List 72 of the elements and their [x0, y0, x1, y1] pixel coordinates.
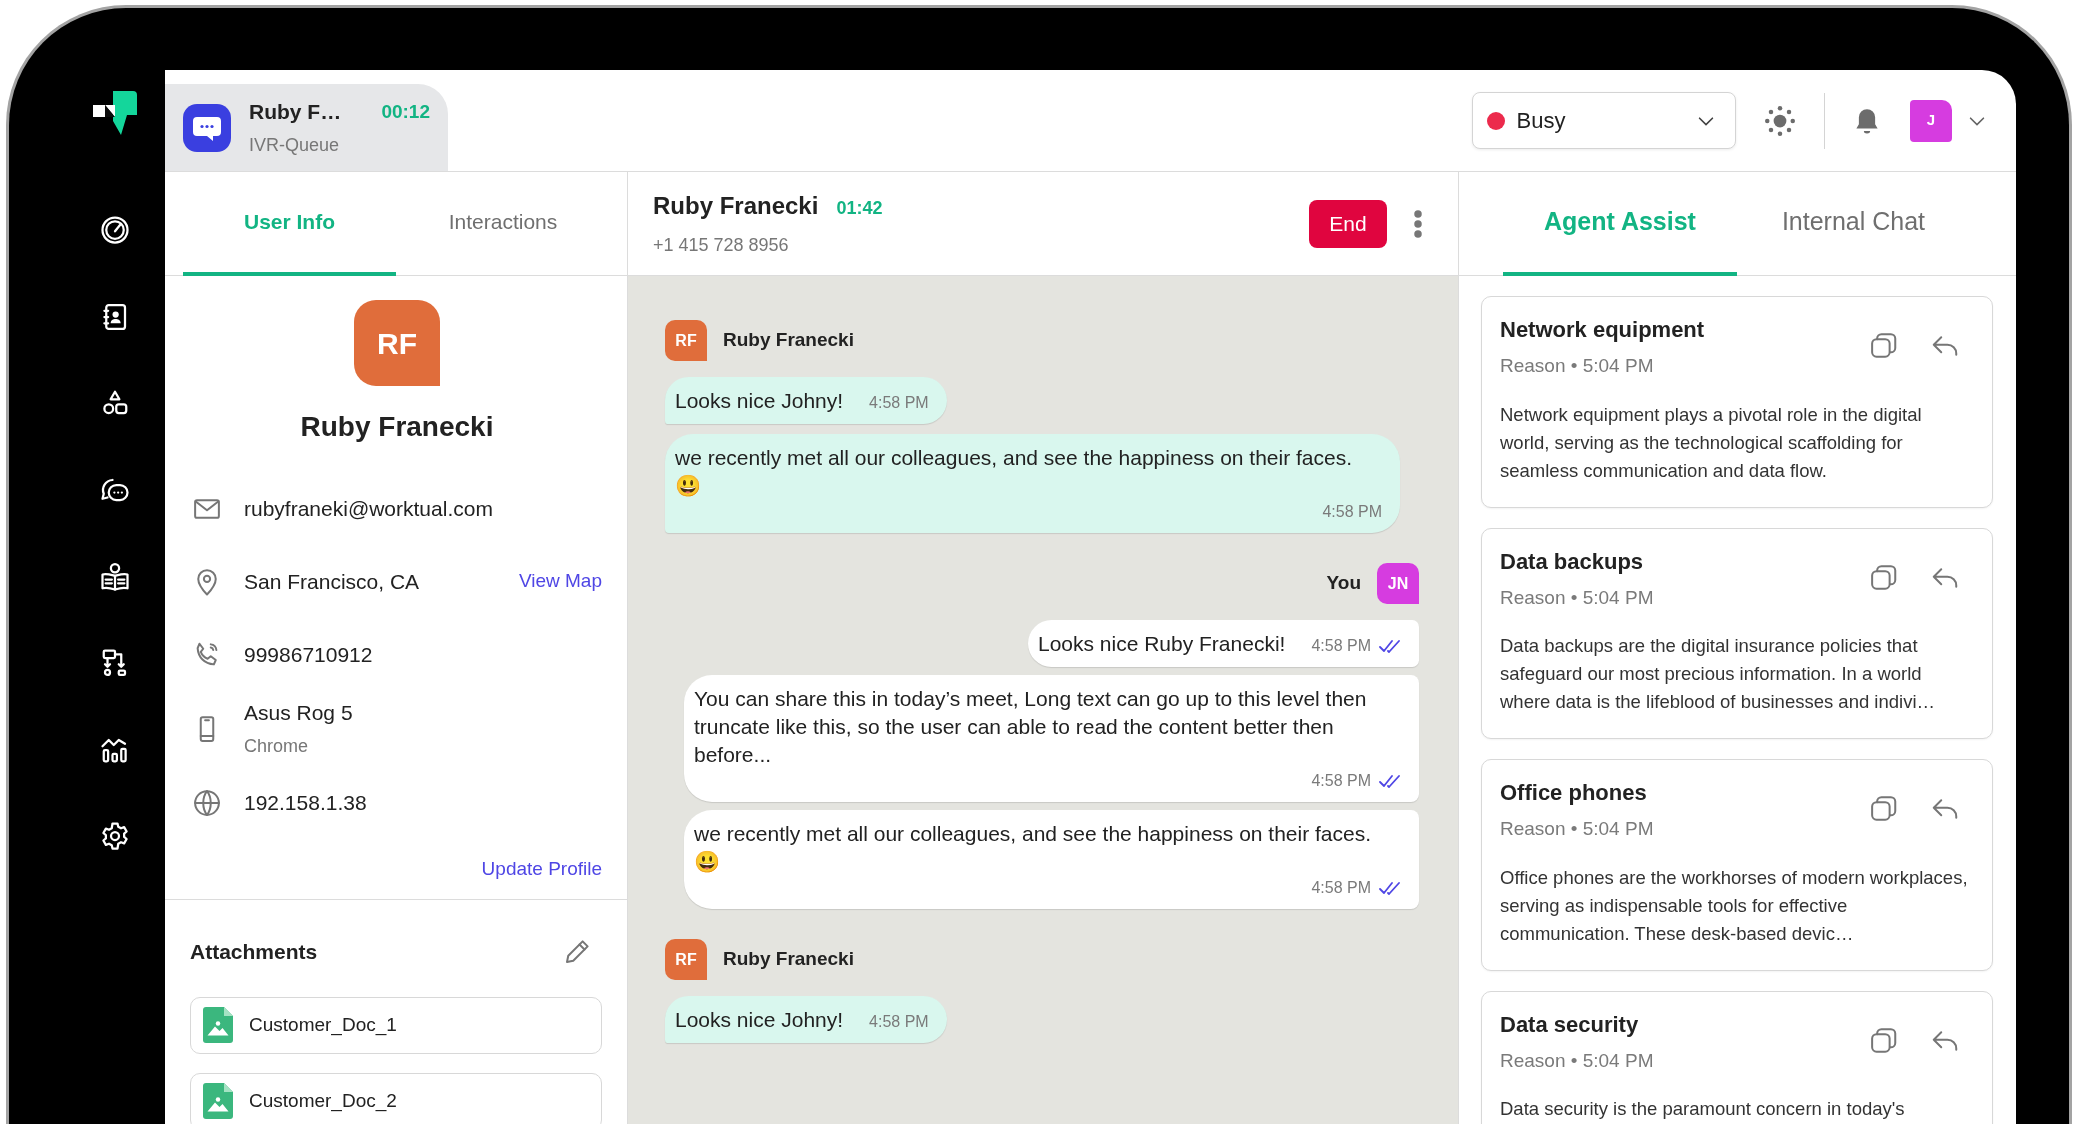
- card-text: Data backups are the digital insurance policies that safeguard our most precious information. In a world where data is the lifeblood of businesses and indivi…: [1500, 634, 1936, 714]
- speedometer-icon[interactable]: [100, 215, 130, 246]
- logo-icon: [93, 91, 137, 135]
- call-tab[interactable]: Ruby F… 00:12 IVR-Queue: [165, 84, 448, 171]
- end-call-button[interactable]: End: [1309, 199, 1387, 248]
- sun-icon[interactable]: [1762, 103, 1797, 138]
- copy-icon[interactable]: [1869, 794, 1899, 824]
- message-time: 4:58 PM: [869, 1012, 929, 1032]
- message-text: You can share this in today’s meet, Long text can go up to this level then truncate like this, so the user can able to read the content better then before...: [694, 686, 1368, 768]
- copy-icon[interactable]: [1869, 1025, 1899, 1056]
- image-file-icon: [203, 1007, 233, 1043]
- message-text: Looks nice Ruby Franecki!: [1037, 631, 1286, 657]
- phone-number: +1 415 728 8956: [653, 234, 790, 257]
- sender-avatar: JN: [1377, 563, 1419, 604]
- card-meta: Reason • 5:04 PM: [1500, 354, 1655, 378]
- status-dot: [1486, 111, 1505, 130]
- sender-avatar: RF: [665, 320, 707, 361]
- card-title: Office phones: [1500, 779, 1648, 807]
- more-icon[interactable]: [1413, 208, 1423, 239]
- user-avatar[interactable]: J: [1910, 99, 1952, 142]
- sender-name: You: [1326, 571, 1361, 596]
- queue-name: IVR-Queue: [249, 133, 341, 157]
- sender-name: Ruby Franecki: [723, 328, 854, 353]
- sender-avatar: RF: [665, 939, 707, 980]
- card-text: Data security is the paramount concern in today's: [1500, 1097, 1906, 1121]
- message-text: we recently met all our colleagues, and see the happiness on their faces. 😃: [694, 821, 1373, 875]
- file-item[interactable]: Customer_Doc_1: [190, 996, 602, 1054]
- image-file-icon: [203, 1083, 233, 1119]
- message-text: we recently met all our colleagues, and see the happiness on their faces. 😃: [675, 445, 1354, 499]
- detail-value: 192.158.1.38: [244, 789, 368, 816]
- detail-value: 99986710912: [244, 641, 374, 668]
- tab[interactable]: Interactions: [396, 172, 610, 276]
- file-item[interactable]: Customer_Doc_2: [190, 1072, 602, 1124]
- globe-icon: [192, 787, 222, 818]
- view-map-link[interactable]: View Map: [518, 567, 602, 596]
- card-meta: Reason • 5:04 PM: [1500, 585, 1655, 610]
- message-time: 4:58 PM: [869, 393, 929, 413]
- caller-name: Ruby F…: [249, 99, 342, 126]
- message-text: Looks nice Johny!: [675, 1007, 844, 1033]
- message-time: 4:58 PM: [1311, 636, 1371, 656]
- message-time: 4:58 PM: [1311, 771, 1371, 791]
- file-name: Customer_Doc_1: [249, 1012, 397, 1038]
- message-time: 4:58 PM: [1311, 878, 1371, 898]
- call-timer: 00:12: [381, 99, 430, 124]
- detail-value: San Francisco, CA: [244, 568, 421, 595]
- contact-avatar: RF: [354, 300, 440, 386]
- contact-name: Ruby Franecki: [299, 410, 495, 444]
- card-title: Data security: [1500, 1010, 1640, 1039]
- update-profile-link[interactable]: Update Profile: [481, 855, 602, 890]
- call-timer: 01:42: [836, 197, 883, 220]
- settings-icon[interactable]: [100, 821, 130, 852]
- section-title: Attachments: [190, 939, 318, 965]
- sender-name: Ruby Franecki: [723, 947, 854, 972]
- message-time: 4:58 PM: [1322, 502, 1382, 522]
- detail-value: rubyfraneki@worktual.com: [244, 495, 494, 522]
- status-dropdown[interactable]: Busy: [1471, 92, 1736, 149]
- card-text: Network equipment plays a pivotal role in the digital world, serving as the technological scaffolding for seamless communication and data flow.: [1500, 402, 1923, 483]
- detail-value: Asus Rog 5: [244, 700, 354, 727]
- card-title: Network equipment: [1500, 316, 1706, 344]
- book-lightbulb-icon[interactable]: [100, 561, 130, 592]
- tab[interactable]: Internal Chat: [1737, 172, 1970, 276]
- copy-icon[interactable]: [1869, 562, 1899, 593]
- message-text: Looks nice Johny!: [675, 388, 844, 414]
- chat-icon: [183, 103, 231, 152]
- card-meta: Reason • 5:04 PM: [1500, 1048, 1655, 1073]
- card-meta: Reason • 5:04 PM: [1500, 817, 1655, 841]
- file-name: Customer_Doc_2: [249, 1088, 397, 1114]
- detail-subtext: Chrome: [244, 734, 310, 758]
- contact-name: Ruby Franecki: [653, 191, 819, 221]
- card-text: Office phones are the workhorses of modern workplaces, serving as indispensable tools for effective communication. These desk-based devic…: [1500, 865, 1969, 946]
- copy-icon[interactable]: [1869, 331, 1899, 361]
- card-title: Data backups: [1500, 547, 1645, 576]
